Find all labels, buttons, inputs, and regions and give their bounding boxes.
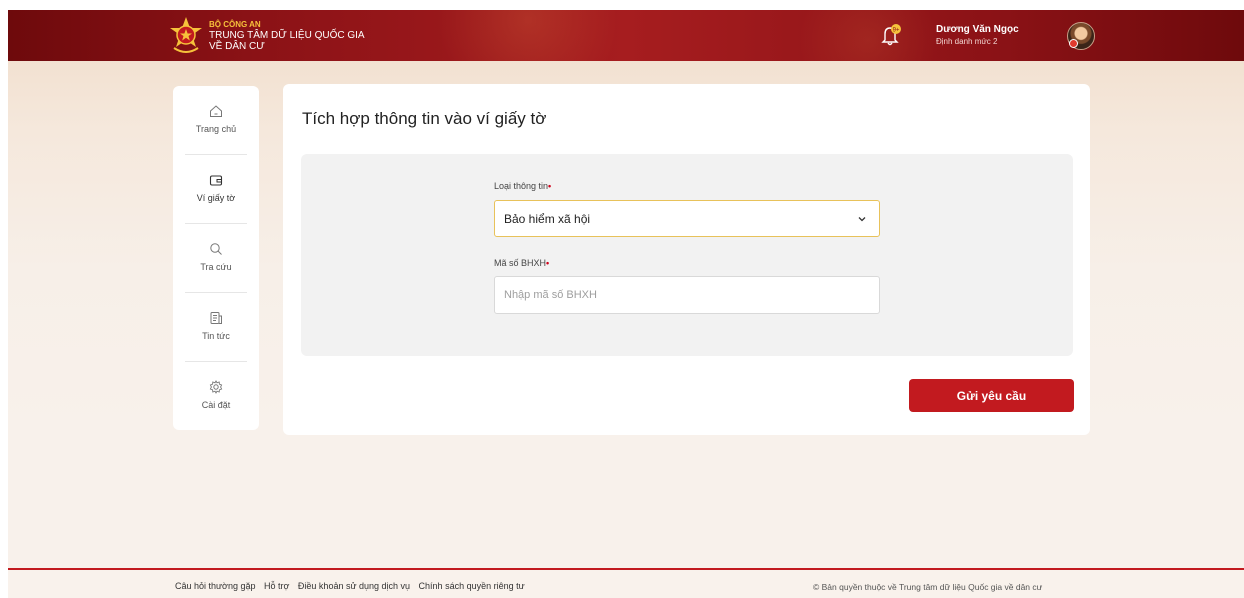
news-icon	[210, 312, 222, 324]
footer-links: Câu hỏi thường gặp Hỗ trợ Điều khoản sử …	[175, 581, 531, 591]
avatar[interactable]	[1067, 22, 1095, 50]
sidebar-item-home[interactable]: Trang chủ	[173, 86, 259, 154]
user-level: Định danh mức 2	[936, 37, 998, 46]
user-name[interactable]: Dương Văn Ngọc	[936, 24, 1019, 35]
bhxh-code-input[interactable]	[494, 276, 880, 314]
brand-text: BỘ CÔNG AN TRUNG TÂM DỮ LIỆU QUỐC GIA VỀ…	[209, 19, 365, 52]
sidebar-item-search[interactable]: Tra cứu	[173, 224, 259, 292]
top-header: BỘ CÔNG AN TRUNG TÂM DỮ LIỆU QUỐC GIA VỀ…	[8, 10, 1244, 61]
info-type-label-text: Loại thông tin	[494, 181, 549, 191]
svg-text:9+: 9+	[893, 28, 900, 34]
required-mark: •	[546, 258, 550, 268]
gear-icon	[209, 380, 223, 394]
footer-link-privacy[interactable]: Chính sách quyền riêng tư	[419, 581, 525, 591]
brand-line-3: VỀ DÂN CƯ	[209, 41, 265, 52]
code-label: Mã số BHXH•	[494, 258, 549, 268]
sidebar: Trang chủ Ví giấy tờ Tra cứu Tin tức Cài…	[173, 86, 259, 430]
page-title: Tích hợp thông tin vào ví giấy tờ	[302, 109, 547, 128]
search-icon	[210, 243, 222, 255]
sidebar-item-label: Cài đặt	[201, 400, 231, 410]
brand-line-2: TRUNG TÂM DỮ LIỆU QUỐC GIA	[209, 30, 365, 41]
footer-link-support[interactable]: Hỗ trợ	[264, 581, 289, 591]
sidebar-item-label: Tin tức	[202, 331, 230, 341]
required-mark: •	[548, 181, 552, 191]
copyright-text: © Bản quyền thuộc về Trung tâm dữ liệu Q…	[813, 582, 1043, 592]
info-type-label: Loại thông tin•	[494, 181, 551, 191]
sidebar-item-news[interactable]: Tin tức	[173, 293, 259, 361]
main-panel: Tích hợp thông tin vào ví giấy tờ Loại t…	[283, 84, 1090, 435]
sidebar-item-label: Ví giấy tờ	[196, 193, 236, 203]
sidebar-item-label: Tra cứu	[200, 262, 232, 272]
info-type-select[interactable]: Bảo hiểm xã hội	[494, 200, 880, 237]
submit-request-button[interactable]: Gửi yêu cầu	[909, 379, 1074, 412]
code-label-text: Mã số BHXH	[494, 258, 547, 268]
wallet-icon	[209, 175, 223, 186]
footer-link-terms[interactable]: Điều khoản sử dụng dịch vụ	[298, 581, 410, 591]
footer: Câu hỏi thường gặp Hỗ trợ Điều khoản sử …	[8, 568, 1244, 598]
sidebar-item-settings[interactable]: Cài đặt	[173, 362, 259, 430]
bell-icon[interactable]: 9+	[878, 22, 904, 48]
home-icon	[210, 105, 222, 117]
sidebar-item-label: Trang chủ	[195, 124, 237, 134]
chevron-down-icon	[858, 217, 866, 222]
info-type-selected-value: Bảo hiểm xã hội	[504, 212, 591, 226]
brand-line-1: BỘ CÔNG AN	[209, 20, 261, 29]
sidebar-item-wallet[interactable]: Ví giấy tờ	[173, 155, 259, 223]
app-frame: BỘ CÔNG AN TRUNG TÂM DỮ LIỆU QUỐC GIA VỀ…	[8, 10, 1244, 598]
footer-link-faq[interactable]: Câu hỏi thường gặp	[175, 581, 255, 591]
avatar-badge	[1069, 39, 1078, 48]
integration-form: Loại thông tin• Bảo hiểm xã hội Mã số BH…	[301, 154, 1073, 356]
police-emblem-logo[interactable]	[168, 16, 204, 54]
